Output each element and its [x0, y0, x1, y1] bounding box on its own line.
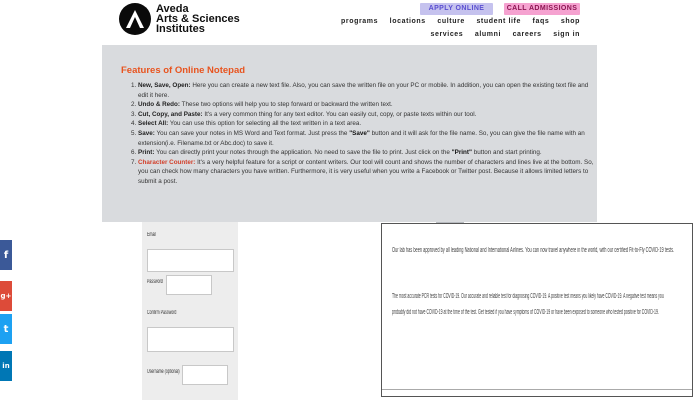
doc-line: Our lab has been approved by all leading…	[392, 247, 675, 254]
feature-text: You can directly print your notes throug…	[154, 149, 452, 157]
call-admissions-button[interactable]: CALL ADMISSIONS	[504, 3, 580, 15]
username-label: Username (optional)	[147, 369, 180, 375]
feature-term: Cut, Copy, and Paste:	[138, 110, 203, 118]
email-label: Email	[147, 232, 157, 238]
features-panel: Features of Online Notepad New, Save, Op…	[102, 45, 597, 222]
features-list: New, Save, Open: Here you can create a n…	[124, 81, 598, 187]
twitter-icon: t	[3, 323, 9, 335]
password-field[interactable]	[166, 275, 212, 295]
nav-locations[interactable]: locations	[390, 18, 426, 25]
nav-services[interactable]: services	[430, 31, 463, 38]
confirm-password-label: Confirm Password	[147, 310, 177, 316]
feature-term: New, Save, Open:	[138, 82, 191, 89]
text-document-panel[interactable]: Our lab has been approved by all leading…	[381, 223, 693, 397]
nav-sign-in[interactable]: sign in	[553, 31, 580, 38]
feature-text: You can save your notes in MS Word and T…	[154, 129, 350, 137]
facebook-icon: f	[3, 249, 9, 261]
feature-item: Character Counter: It's a very helpful f…	[138, 158, 598, 187]
nav-programs[interactable]: programs	[341, 18, 378, 25]
email-field[interactable]	[147, 249, 234, 272]
feature-term: Print:	[138, 149, 155, 157]
google-plus-share-button[interactable]: g+	[0, 281, 12, 311]
confirm-password-field[interactable]	[147, 327, 234, 352]
nav-culture[interactable]: culture	[437, 18, 465, 25]
linkedin-share-button[interactable]: in	[0, 351, 12, 381]
feature-item: New, Save, Open: Here you can create a n…	[138, 81, 598, 100]
feature-item: Cut, Copy, and Paste: It's a very common…	[138, 110, 598, 120]
feature-text: These two options will help you to step …	[179, 101, 393, 109]
feature-term: Character Counter:	[138, 158, 196, 166]
secondary-nav: services alumni careers sign in	[421, 31, 580, 38]
feature-text: Here you can create a new text file. Als…	[138, 82, 589, 99]
password-label: Password	[147, 279, 163, 285]
brand-name: Aveda Arts & Sciences Institutes	[156, 4, 240, 35]
feature-item: Undo & Redo: These two options will help…	[138, 100, 598, 110]
facebook-share-button[interactable]: f	[0, 240, 12, 270]
nav-faqs[interactable]: faqs	[533, 18, 550, 25]
feature-text: You can use this option for selecting al…	[168, 120, 362, 128]
feature-quote: "Print"	[451, 149, 472, 157]
nav-alumni[interactable]: alumni	[475, 31, 501, 38]
doc-line: The most accurate PCR tests for COVID-19…	[392, 293, 664, 300]
feature-item: Save: You can save your notes in MS Word…	[138, 129, 598, 148]
nav-careers[interactable]: careers	[513, 31, 542, 38]
brand-line-3: Institutes	[156, 23, 205, 35]
divider	[382, 389, 692, 390]
twitter-share-button[interactable]: t	[0, 314, 12, 344]
doc-line: probably did not have COVID-19 at the ti…	[392, 309, 659, 316]
features-title: Features of Online Notepad	[121, 65, 246, 76]
feature-text: It's a very helpful feature for a script…	[138, 158, 594, 185]
feature-item: Print: You can directly print your notes…	[138, 148, 598, 158]
nav-shop[interactable]: shop	[561, 18, 580, 25]
feature-text: It's a very common thing for any text ed…	[202, 110, 477, 118]
aveda-logo-icon	[119, 3, 151, 35]
feature-term: Undo & Redo:	[138, 101, 180, 109]
feature-text: button and start printing.	[471, 149, 542, 157]
brand-logo[interactable]: Aveda Arts & Sciences Institutes	[119, 3, 240, 35]
linkedin-icon: in	[2, 362, 10, 370]
feature-term: Select All:	[138, 120, 169, 128]
apply-online-button[interactable]: APPLY ONLINE	[420, 3, 493, 15]
username-field[interactable]	[182, 365, 228, 385]
signup-form: Email Password Confirm Password Username…	[142, 222, 238, 400]
google-plus-icon: g+	[0, 292, 12, 300]
feature-item: Select All: You can use this option for …	[138, 119, 598, 129]
feature-quote: "Save"	[349, 129, 370, 137]
feature-term: Save:	[138, 129, 155, 137]
primary-nav: programs locations culture student life …	[332, 18, 580, 25]
nav-student-life[interactable]: student life	[476, 18, 521, 25]
